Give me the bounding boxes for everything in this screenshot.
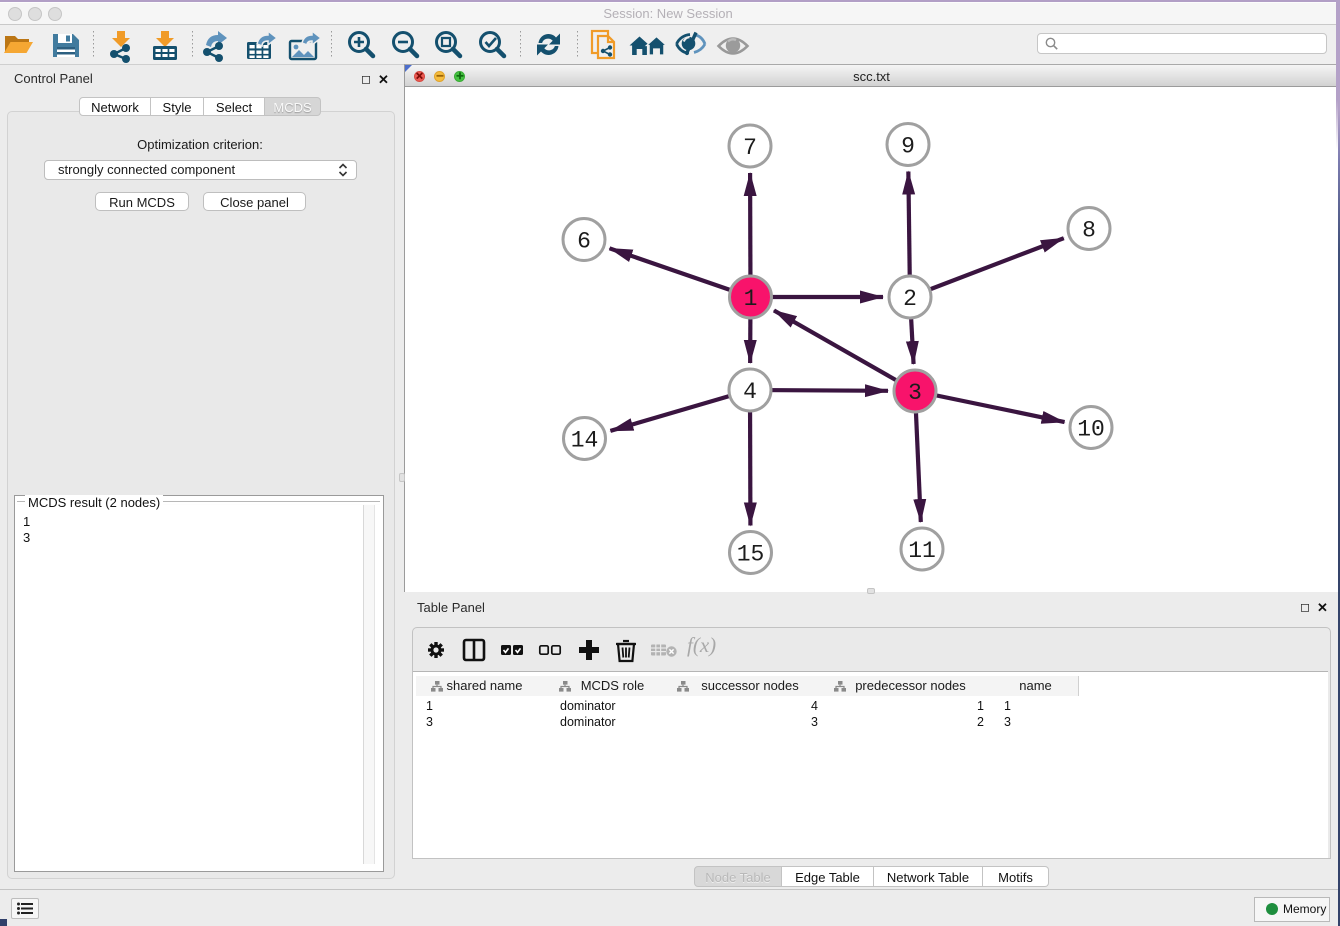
svg-text:15: 15 — [737, 542, 765, 568]
svg-text:4: 4 — [743, 379, 757, 405]
svg-text:8: 8 — [1082, 218, 1096, 244]
svg-text:7: 7 — [743, 135, 757, 161]
svg-text:9: 9 — [901, 134, 915, 160]
svg-text:1: 1 — [744, 286, 758, 312]
svg-text:3: 3 — [908, 380, 922, 406]
svg-text:11: 11 — [908, 538, 936, 564]
svg-text:14: 14 — [571, 428, 599, 454]
svg-text:2: 2 — [903, 286, 917, 312]
svg-text:6: 6 — [577, 229, 591, 255]
svg-text:10: 10 — [1077, 417, 1105, 443]
